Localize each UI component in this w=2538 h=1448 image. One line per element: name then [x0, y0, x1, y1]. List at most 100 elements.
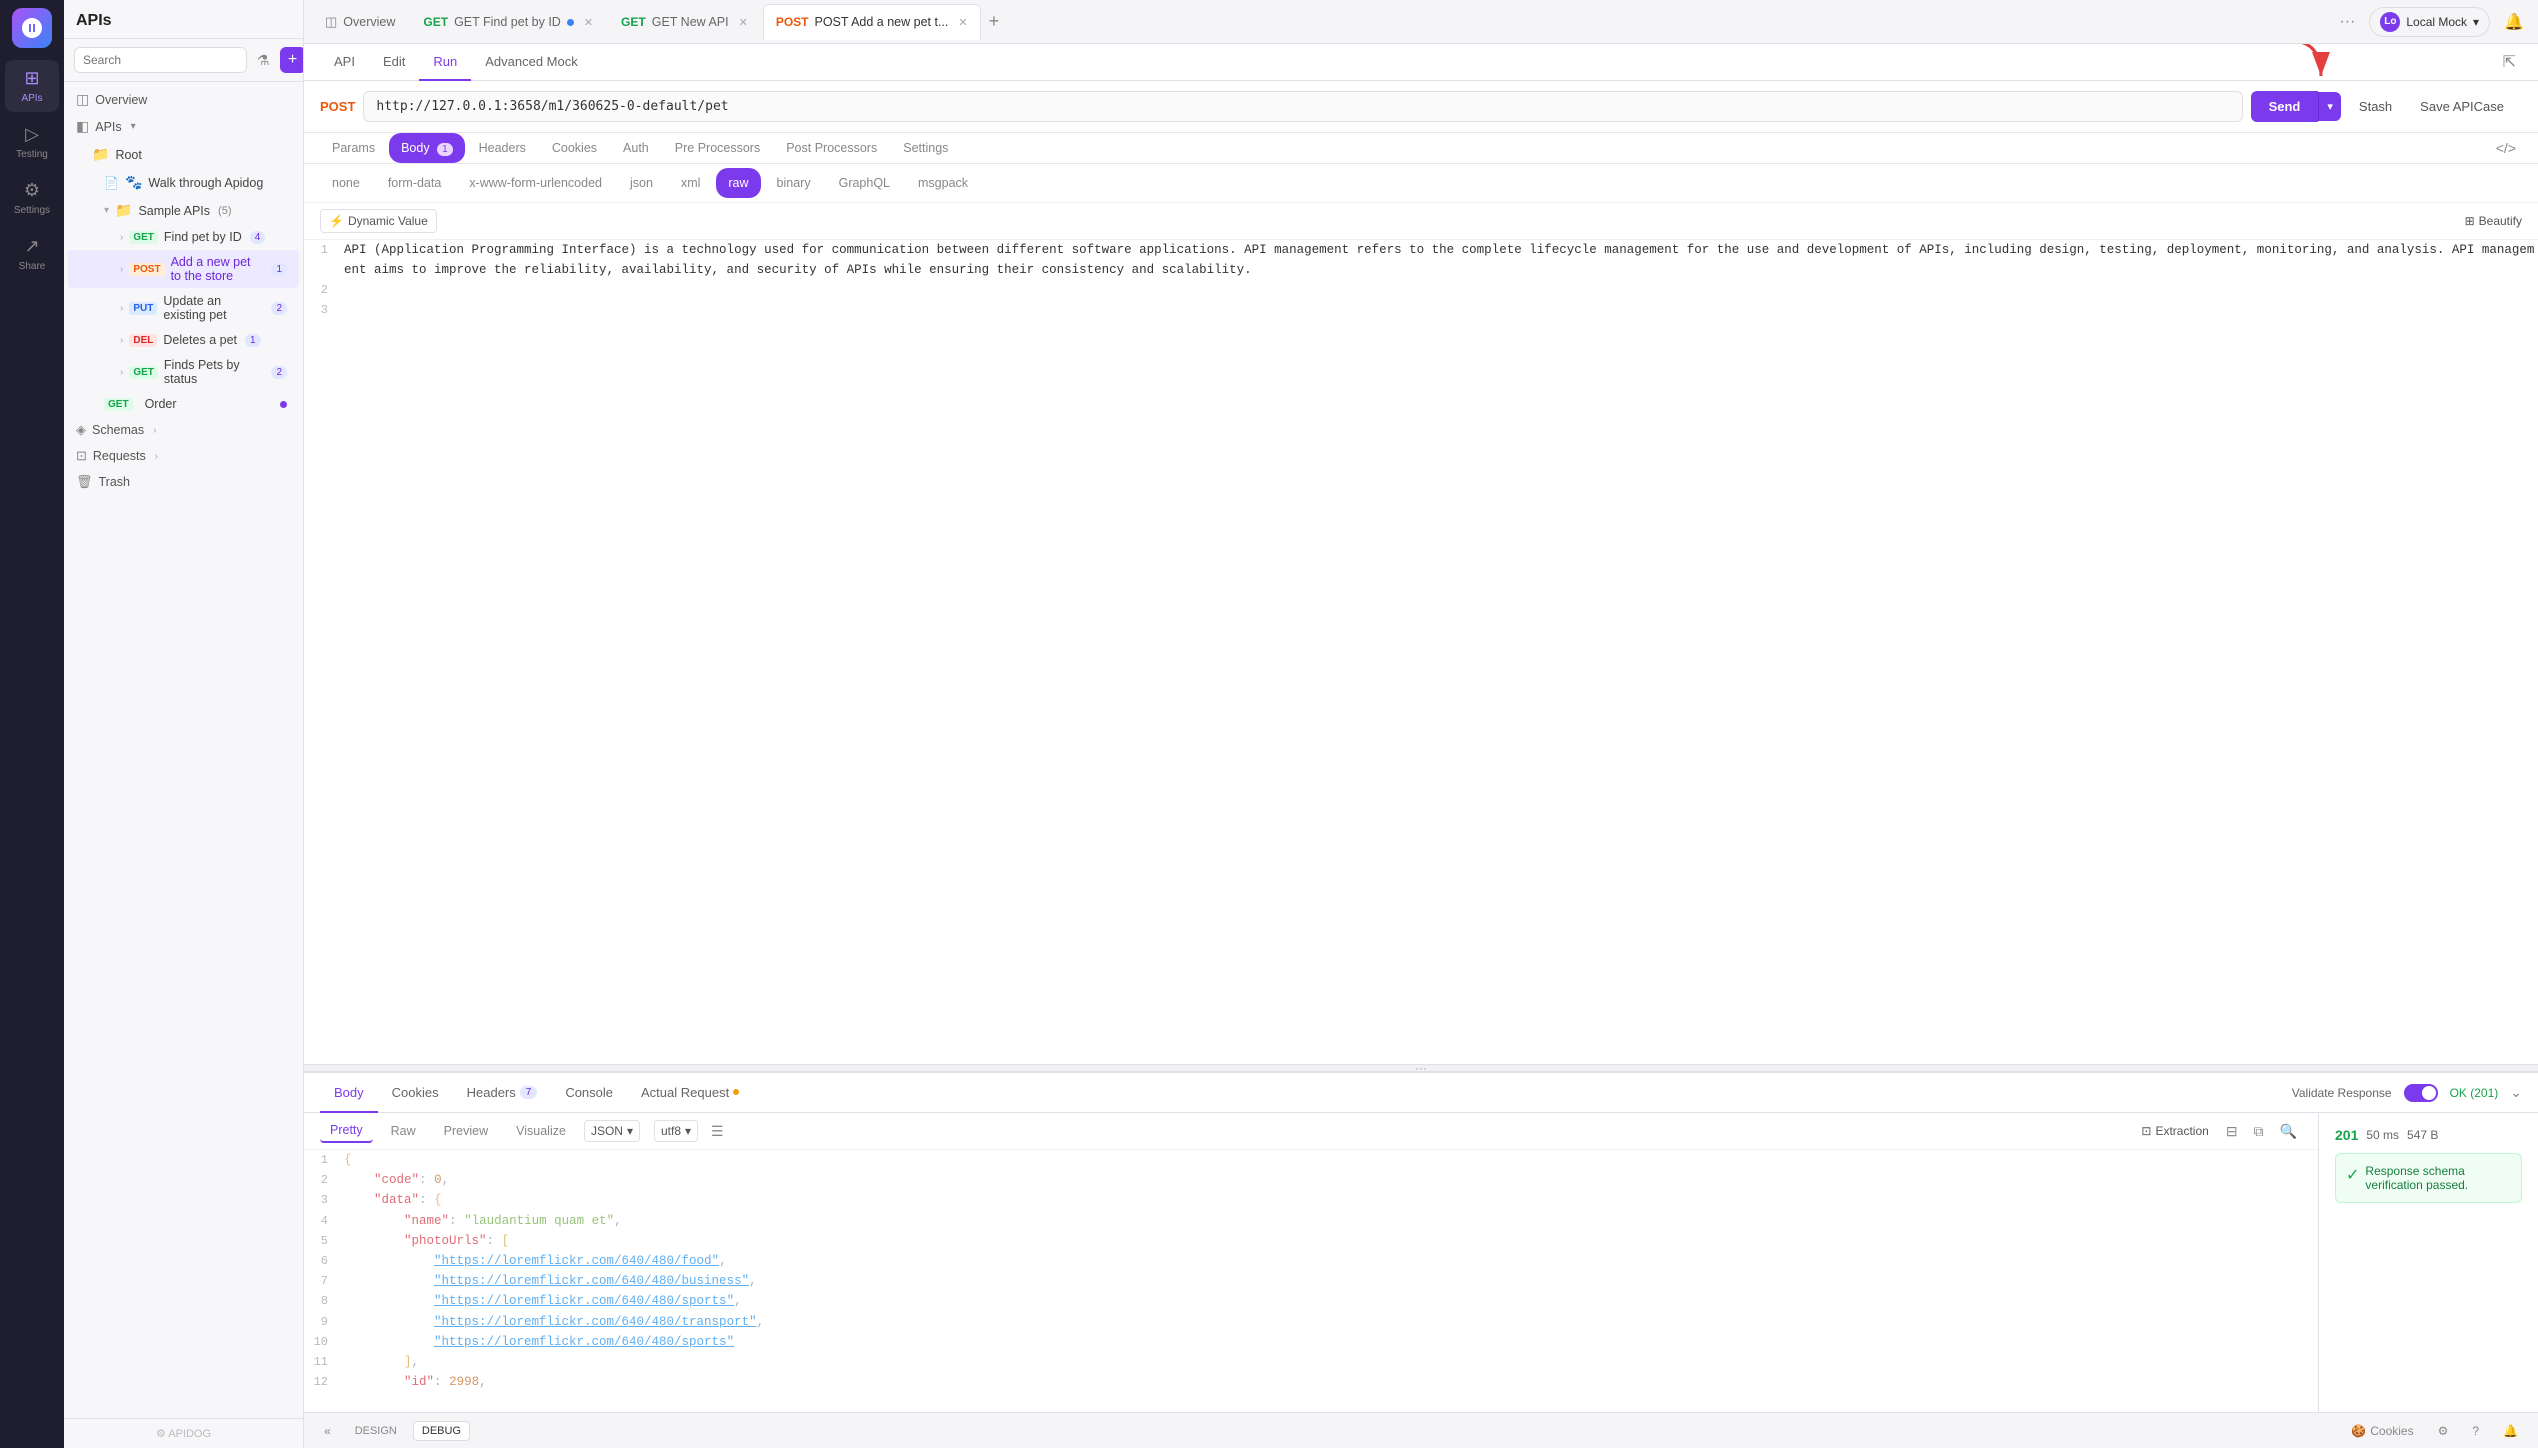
save-apicase-button[interactable]: Save APICase — [2410, 93, 2514, 120]
nav-walkthrough-item[interactable]: 📄 🐾 Walk through Apidog — [68, 169, 299, 196]
post-processors-tab[interactable]: Post Processors — [774, 133, 889, 163]
expand-panel-button[interactable]: ⇱ — [2497, 48, 2522, 76]
subtab-edit[interactable]: Edit — [369, 44, 419, 81]
mock-selector-button[interactable]: Lo Local Mock ▾ — [2369, 7, 2490, 37]
extraction-button[interactable]: ⊡ Extraction — [2135, 1121, 2214, 1141]
stash-button[interactable]: Stash — [2349, 93, 2402, 120]
graphql-type[interactable]: GraphQL — [827, 168, 902, 198]
visualize-tab[interactable]: Visualize — [506, 1120, 576, 1142]
nav-trash-item[interactable]: 🗑 Trash — [64, 469, 303, 495]
chevron-down-icon: ▾ — [104, 205, 109, 216]
send-button[interactable]: Send — [2251, 91, 2319, 122]
sample-folder-icon: 📁 — [115, 202, 132, 219]
check-circle-icon: ✓ — [2346, 1165, 2359, 1185]
raw-type[interactable]: raw — [716, 168, 760, 198]
nav-put-update-pet[interactable]: › PUT Update an existing pet 2 — [68, 289, 299, 327]
nav-schemas-item[interactable]: ◈ Schemas › — [64, 417, 303, 443]
more-tabs-button[interactable]: ··· — [2333, 9, 2361, 35]
validate-toggle[interactable] — [2404, 1084, 2438, 1102]
code-line-2: 2 — [304, 280, 2538, 300]
nav-testing-btn[interactable]: ▷ Testing — [5, 116, 59, 168]
resp-headers-tab[interactable]: Headers 7 — [453, 1073, 552, 1113]
nav-get-finds-by-status[interactable]: › GET Finds Pets by status 2 — [68, 353, 299, 391]
nav-apis-btn[interactable]: ⊞ APIs — [5, 60, 59, 112]
raw-tab[interactable]: Raw — [381, 1120, 426, 1142]
nav-sample-apis-item[interactable]: ▾ 📁 Sample APIs (5) — [68, 197, 299, 224]
settings-bottom-button[interactable]: ⚙ — [2430, 1420, 2457, 1442]
nav-get-find-pet[interactable]: › GET Find pet by ID 4 — [68, 225, 299, 249]
nav-overview-item[interactable]: ◫ Overview — [64, 86, 303, 113]
tab-post-add-pet[interactable]: POST POST Add a new pet t... ✕ — [763, 4, 981, 40]
tab-close-btn[interactable]: ✕ — [584, 16, 593, 29]
panel-divider[interactable]: ··· — [304, 1064, 2538, 1072]
add-button[interactable]: + — [280, 47, 304, 73]
design-mode-button[interactable]: DESIGN — [347, 1422, 405, 1440]
order-dot — [280, 401, 287, 408]
cookies-bottom-button[interactable]: 🍪 Cookies — [2343, 1420, 2421, 1442]
nav-settings-btn[interactable]: ⚙ Settings — [5, 172, 59, 224]
params-tab[interactable]: Params — [320, 133, 387, 163]
search-response-button[interactable]: 🔍 — [2275, 1120, 2302, 1143]
app-logo[interactable] — [12, 8, 52, 48]
subtab-api[interactable]: API — [320, 44, 369, 81]
send-dropdown-button[interactable]: ▾ — [2318, 92, 2341, 121]
tab-close-btn3[interactable]: ✕ — [958, 16, 967, 29]
add-tab-button[interactable]: + — [983, 7, 1006, 36]
subtab-run[interactable]: Run — [419, 44, 471, 81]
resp-line-4: 4 "name": "laudantium quam et", — [304, 1211, 2318, 1231]
msgpack-type[interactable]: msgpack — [906, 168, 980, 198]
request-body-editor[interactable]: 1 API (Application Programming Interface… — [304, 240, 2538, 1064]
preview-tab[interactable]: Preview — [434, 1120, 498, 1142]
ok-status-badge: OK (201) — [2450, 1086, 2499, 1100]
copy-button[interactable]: ⧉ — [2249, 1120, 2269, 1143]
debug-mode-button[interactable]: DEBUG — [413, 1421, 470, 1441]
resp-console-tab[interactable]: Console — [551, 1073, 627, 1113]
subtab-advanced-mock[interactable]: Advanced Mock — [471, 44, 592, 81]
notifications-button[interactable]: 🔔 — [2498, 8, 2530, 36]
tab-get-find-pet[interactable]: GET GET Find pet by ID ✕ — [410, 4, 606, 40]
response-code-editor[interactable]: 1 { 2 "code": 0, 3 "data": { — [304, 1150, 2318, 1412]
resp-cookies-tab[interactable]: Cookies — [378, 1073, 453, 1113]
response-time: 50 ms — [2366, 1128, 2399, 1142]
nav-apis-item[interactable]: ◧ APIs ▾ — [64, 113, 303, 140]
format-select-dropdown[interactable]: JSON ▾ — [584, 1120, 640, 1142]
headers-tab[interactable]: Headers — [467, 133, 538, 163]
urlencoded-type[interactable]: x-www-form-urlencoded — [457, 168, 614, 198]
search-input[interactable] — [74, 47, 247, 73]
pre-processors-tab[interactable]: Pre Processors — [663, 133, 772, 163]
resp-actual-request-tab[interactable]: Actual Request — [627, 1073, 753, 1113]
bell-bottom-button[interactable]: 🔔 — [2495, 1420, 2526, 1442]
nav-requests-item[interactable]: ⊡ Requests › — [64, 443, 303, 469]
none-type[interactable]: none — [320, 168, 372, 198]
beautify-button[interactable]: ⊞ Beautify — [2465, 214, 2522, 228]
copy-response-button[interactable]: ⊟ — [2221, 1120, 2243, 1143]
filter-button[interactable]: ⚗ — [253, 48, 274, 73]
body-tab[interactable]: Body 1 — [389, 133, 465, 163]
tab-close-btn2[interactable]: ✕ — [739, 16, 748, 29]
expand-response-button[interactable]: ⌄ — [2510, 1084, 2522, 1101]
resp-body-tab[interactable]: Body — [320, 1073, 378, 1113]
url-input[interactable] — [363, 91, 2242, 122]
nav-post-add-pet[interactable]: › POST Add a new pet to the store 1 — [68, 250, 299, 288]
json-type[interactable]: json — [618, 168, 665, 198]
binary-type[interactable]: binary — [765, 168, 823, 198]
settings-body-tab[interactable]: Settings — [891, 133, 960, 163]
split-view-button[interactable]: </> — [2490, 136, 2522, 160]
auth-tab[interactable]: Auth — [611, 133, 661, 163]
pretty-tab[interactable]: Pretty — [320, 1119, 373, 1143]
cookies-tab[interactable]: Cookies — [540, 133, 609, 163]
nav-share-btn[interactable]: ↗ Share — [5, 228, 59, 280]
nav-order-item[interactable]: GET Order — [68, 392, 299, 416]
collapse-button[interactable]: « — [316, 1420, 339, 1442]
help-bottom-button[interactable]: ? — [2464, 1420, 2487, 1442]
list-view-button[interactable]: ☰ — [706, 1120, 729, 1143]
dynamic-value-button[interactable]: ⚡ Dynamic Value — [320, 209, 437, 233]
status-code: 201 — [2335, 1127, 2358, 1143]
nav-del-pet[interactable]: › DEL Deletes a pet 1 — [68, 328, 299, 352]
nav-root-item[interactable]: 📁 Root — [68, 141, 299, 168]
tab-overview[interactable]: ◫ Overview — [312, 4, 408, 40]
tab-get-new-api[interactable]: GET GET New API ✕ — [608, 4, 761, 40]
encoding-select-dropdown[interactable]: utf8 ▾ — [654, 1120, 698, 1142]
form-data-type[interactable]: form-data — [376, 168, 454, 198]
xml-type[interactable]: xml — [669, 168, 712, 198]
